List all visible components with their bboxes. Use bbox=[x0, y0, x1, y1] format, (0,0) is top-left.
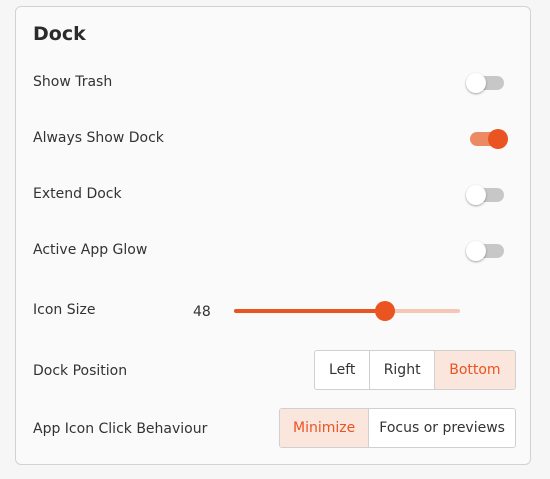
dock-settings-panel: Dock Show Trash Always Show Dock Extend … bbox=[15, 6, 531, 465]
active-app-glow-label: Active App Glow bbox=[33, 242, 148, 258]
slider-fill bbox=[234, 309, 386, 313]
panel-title: Dock bbox=[33, 23, 86, 45]
icon-size-slider[interactable] bbox=[234, 301, 460, 321]
show-trash-toggle[interactable] bbox=[466, 73, 504, 93]
dock-position-label: Dock Position bbox=[33, 363, 128, 379]
dock-position-right[interactable]: Right bbox=[370, 351, 435, 389]
extend-dock-label: Extend Dock bbox=[33, 186, 122, 202]
click-behaviour-label: App Icon Click Behaviour bbox=[33, 421, 208, 437]
toggle-knob bbox=[466, 185, 486, 205]
toggle-knob bbox=[466, 73, 486, 93]
click-behaviour-selector: Minimize Focus or previews bbox=[279, 408, 516, 448]
active-app-glow-toggle[interactable] bbox=[466, 241, 504, 261]
toggle-knob bbox=[466, 241, 486, 261]
show-trash-label: Show Trash bbox=[33, 74, 113, 90]
icon-size-label: Icon Size bbox=[33, 302, 96, 318]
icon-size-value: 48 bbox=[193, 304, 211, 320]
dock-position-bottom[interactable]: Bottom bbox=[434, 351, 515, 389]
always-show-dock-label: Always Show Dock bbox=[33, 130, 164, 146]
click-behaviour-minimize[interactable]: Minimize bbox=[280, 409, 370, 447]
dock-position-left[interactable]: Left bbox=[315, 351, 371, 389]
click-behaviour-focus-or-previews[interactable]: Focus or previews bbox=[369, 409, 515, 447]
slider-thumb[interactable] bbox=[375, 301, 396, 321]
dock-position-selector: Left Right Bottom bbox=[314, 350, 516, 390]
extend-dock-toggle[interactable] bbox=[466, 185, 504, 205]
toggle-knob bbox=[488, 129, 508, 149]
always-show-dock-toggle[interactable] bbox=[470, 129, 508, 149]
